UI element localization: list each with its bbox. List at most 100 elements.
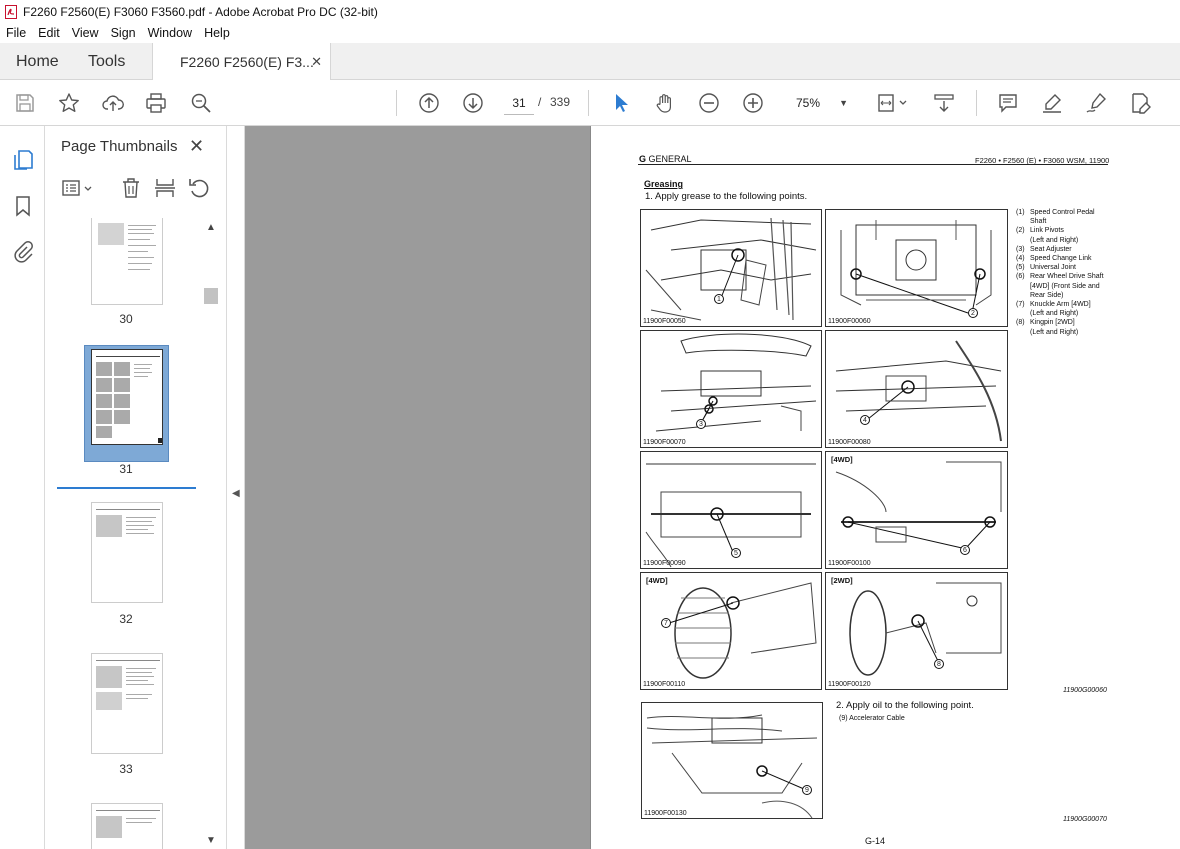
bookmark-icon[interactable]	[11, 194, 35, 218]
legend-row: Rear Side)	[1030, 291, 1064, 299]
thumbnail-label: 32	[119, 612, 133, 626]
upload-cloud-icon[interactable]	[101, 91, 125, 115]
print-icon[interactable]	[144, 91, 168, 115]
edit-pdf-icon[interactable]	[1128, 91, 1152, 115]
zoom-in-icon[interactable]	[741, 91, 765, 115]
page-down-icon[interactable]	[461, 91, 485, 115]
scrollbar-thumb[interactable]	[204, 288, 218, 304]
highlight-icon[interactable]	[1040, 91, 1064, 115]
callout-marker: 4	[860, 415, 870, 425]
toolbar: 31 / 339 75% ▼	[0, 80, 1180, 126]
figure-illustration	[849, 582, 1002, 676]
thumbnail-scrollbar[interactable]: ▲ ▼	[204, 218, 222, 849]
figure-id: 11900F00100	[828, 560, 871, 567]
thumbnail-page[interactable]	[91, 502, 163, 603]
toolbar-divider	[588, 90, 589, 116]
page-up-icon[interactable]	[417, 91, 441, 115]
thumbnail-page[interactable]	[91, 803, 163, 849]
callout-marker: 6	[960, 545, 970, 555]
legend-row: (3) Seat Adjuster	[1016, 245, 1072, 253]
legend-row: (8) Kingpin [2WD]	[1016, 319, 1075, 327]
page-number: G-14	[865, 836, 886, 846]
parts-legend: (1) Speed Control Pedal Shaft (2) Link Piv…	[1016, 208, 1131, 337]
figure-illustration	[646, 714, 818, 818]
callout-marker: 1	[714, 294, 724, 304]
thumbnail-list: 30 31 32 33	[45, 218, 205, 849]
zoom-out-icon[interactable]	[697, 91, 721, 115]
thumbnail-label: 30	[119, 312, 133, 326]
tab-document-label: F2260 F2560(E) F3...	[180, 54, 314, 70]
sign-icon[interactable]	[1084, 91, 1108, 115]
tab-tools[interactable]: Tools	[88, 43, 125, 80]
thumbnail-options-icon[interactable]	[61, 176, 95, 200]
comment-icon[interactable]	[996, 91, 1020, 115]
reference-code: 11900G00070	[1063, 816, 1107, 823]
left-navigation-rail	[0, 126, 45, 849]
close-panel-icon[interactable]: ✕	[189, 136, 204, 157]
menu-view[interactable]: View	[66, 26, 105, 40]
star-icon[interactable]	[57, 91, 81, 115]
toolbar-divider	[396, 90, 397, 116]
section-heading: Greasing	[644, 179, 684, 189]
figure-rear-wheel-drive-shaft: [4WD] 6 11900F00100	[825, 451, 1008, 569]
page-thumbnails-icon[interactable]	[11, 148, 35, 172]
figure-knuckle-arm: [4WD] 7 11900F00110	[640, 572, 822, 690]
figure-id: 11900F00110	[643, 681, 686, 688]
figure-id: 11900F00080	[828, 439, 871, 446]
instruction-line: 1. Apply grease to the following points.	[645, 191, 808, 202]
close-tab-icon[interactable]: ✕	[311, 54, 322, 70]
rotate-page-icon[interactable]	[187, 176, 211, 200]
menu-bar: File Edit View Sign Window Help	[0, 23, 1180, 43]
thumbnail-toolbar	[45, 174, 227, 204]
tab-bar: Home Tools F2260 F2560(E) F3... ✕	[0, 43, 1180, 81]
menu-sign[interactable]: Sign	[105, 26, 142, 40]
legend-row: (2) Link Pivots	[1016, 227, 1064, 235]
panel-collapse-handle[interactable]: ◀	[227, 126, 245, 849]
figure-id: 11900F00090	[643, 560, 686, 567]
thumbnail-label: 31	[119, 462, 133, 476]
reference-code: 11900G00060	[1063, 687, 1107, 694]
scroll-mode-icon[interactable]	[932, 91, 956, 115]
menu-window[interactable]: Window	[142, 26, 198, 40]
page-total: 339	[550, 95, 571, 109]
figure-id: 11900F00130	[644, 810, 687, 817]
extract-pages-icon[interactable]	[153, 176, 177, 200]
page-number-input[interactable]: 31	[504, 91, 534, 115]
menu-edit[interactable]: Edit	[32, 26, 66, 40]
thumbnail-page-selected[interactable]	[91, 349, 163, 445]
legend-row: (Left and Right)	[1030, 328, 1079, 336]
legend-row: (6) Rear Wheel Drive Shaft	[1016, 273, 1104, 281]
figure-speed-control-pedal: 1 11900F00050	[640, 209, 822, 327]
legend-row: (1) Speed Control Pedal	[1016, 209, 1095, 216]
attachment-icon[interactable]	[11, 240, 35, 264]
figure-illustration	[840, 220, 992, 314]
tab-home[interactable]: Home	[16, 43, 59, 80]
scroll-down-icon[interactable]: ▼	[206, 835, 216, 846]
save-icon[interactable]	[13, 91, 37, 115]
callout-marker: 3	[696, 419, 706, 429]
thumbnail-page[interactable]	[91, 653, 163, 754]
figure-illustration	[668, 582, 817, 679]
thumbnail-page[interactable]	[91, 218, 163, 305]
figure-link-pivots: 2 11900F00060	[825, 209, 1008, 327]
figure-id: 11900F00070	[643, 439, 686, 446]
window-title: F2260 F2560(E) F3060 F3560.pdf - Adobe A…	[23, 4, 378, 19]
callout-marker: 7	[661, 618, 671, 628]
hand-tool-icon[interactable]	[653, 91, 677, 115]
select-arrow-icon[interactable]	[609, 91, 633, 115]
scroll-up-icon[interactable]: ▲	[206, 222, 216, 233]
zoom-level-select[interactable]: 75% ▼	[786, 91, 854, 115]
menu-file[interactable]: File	[0, 26, 32, 40]
header-section-letter: G	[639, 154, 647, 164]
figure-id: 11900F00060	[828, 318, 871, 325]
zoom-search-icon[interactable]	[189, 91, 213, 115]
page-header-left: G GENERAL	[639, 154, 692, 164]
fit-page-icon[interactable]	[875, 91, 911, 115]
tab-document[interactable]: F2260 F2560(E) F3... ✕	[152, 43, 331, 81]
toolbar-divider	[976, 90, 977, 116]
menu-help[interactable]: Help	[198, 26, 236, 40]
delete-page-icon[interactable]	[119, 176, 143, 200]
chevron-down-icon: ▼	[839, 98, 848, 108]
legend-row: (Left and Right)	[1030, 310, 1079, 318]
page-separator: /	[538, 95, 542, 109]
